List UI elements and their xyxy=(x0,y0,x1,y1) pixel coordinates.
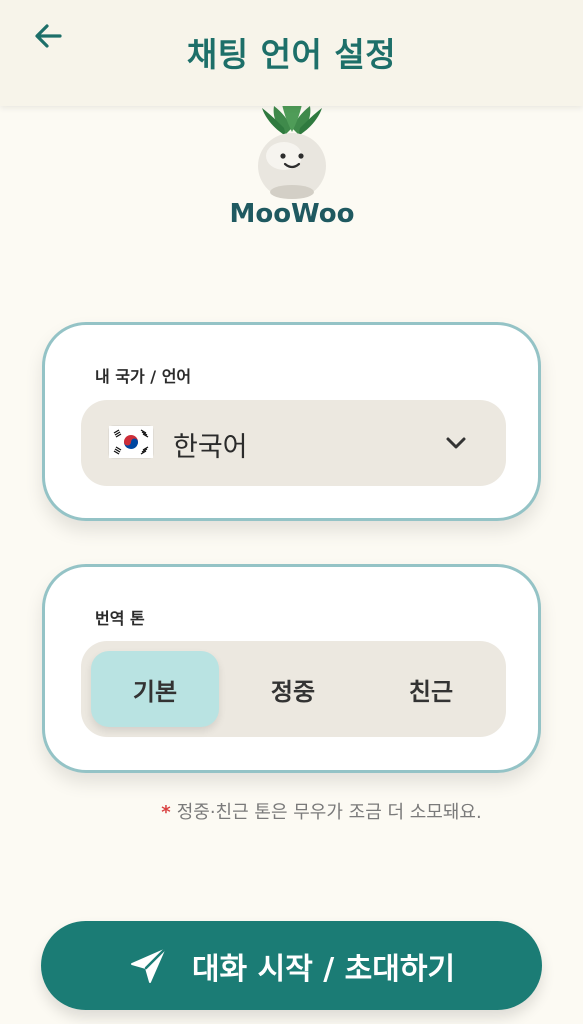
start-chat-button[interactable]: 대화 시작 / 초대하기 xyxy=(41,921,542,1010)
language-card: 내 국가 / 언어 한국어 xyxy=(42,322,541,521)
notice-text: 정중·친근 톤은 무우가 조금 더 소모돼요. xyxy=(176,802,482,823)
tone-option-friendly[interactable]: 친근 xyxy=(367,651,495,727)
tone-option-basic[interactable]: 기본 xyxy=(91,651,219,727)
south-korea-flag-icon xyxy=(109,426,153,458)
start-chat-label: 대화 시작 / 초대하기 xyxy=(191,951,456,987)
selected-language: 한국어 xyxy=(173,432,248,463)
tone-notice: * 정중·친근 톤은 무우가 조금 더 소모돼요. xyxy=(0,798,583,824)
logo-text: MooWoo xyxy=(229,199,355,229)
tone-card: 번역 톤 기본 정중 친근 xyxy=(42,564,541,773)
tone-label: 번역 톤 xyxy=(95,609,145,628)
moowoo-logo: MooWoo xyxy=(222,104,362,232)
tone-option-polite[interactable]: 정중 xyxy=(229,651,357,727)
language-label: 내 국가 / 언어 xyxy=(95,367,192,386)
notice-marker: * xyxy=(161,802,171,823)
page-title: 채팅 언어 설정 xyxy=(186,35,397,74)
tone-segmented-control: 기본 정중 친근 xyxy=(81,641,506,737)
chat-language-settings-screen: 채팅 언어 설정 MooWoo 내 국가 / 언어 한국어 번역 톤 기본 정중… xyxy=(0,0,583,1024)
radish-mascot-icon xyxy=(258,104,326,199)
send-icon xyxy=(128,946,168,986)
chevron-down-icon xyxy=(441,428,471,458)
language-dropdown[interactable]: 한국어 xyxy=(81,400,506,486)
app-header: 채팅 언어 설정 xyxy=(0,0,583,106)
